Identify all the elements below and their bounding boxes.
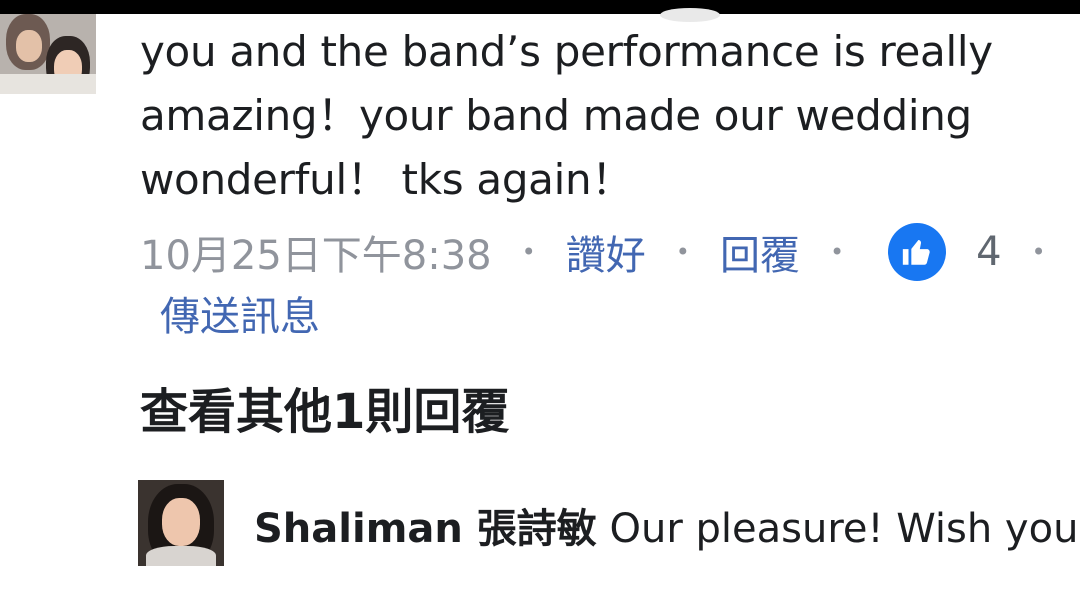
separator-dot: • [521, 238, 536, 266]
reply-content: Shaliman 張詩敏 Our pleasure! Wish you [254, 496, 1078, 554]
reply-item: Shaliman 張詩敏 Our pleasure! Wish you [138, 480, 1080, 570]
reply-author-avatar[interactable] [138, 480, 224, 566]
reply-author-name[interactable]: Shaliman 張詩敏 [254, 506, 597, 552]
send-message-link[interactable]: 傳送訊息 [160, 284, 320, 342]
thumbs-up-icon[interactable] [888, 223, 947, 281]
comment-timestamp[interactable]: 10月25日下午8:38 [140, 223, 492, 281]
status-bar [0, 0, 1080, 22]
separator-dot: • [1031, 238, 1046, 266]
reply-button[interactable]: 回覆 [720, 223, 800, 281]
comment-text: you and the band’s performance is really… [140, 27, 993, 204]
reply-text: Our pleasure! Wish you [609, 506, 1079, 552]
commenter-avatar[interactable] [0, 14, 96, 94]
separator-dot: • [675, 238, 690, 266]
like-button[interactable]: 讚好 [566, 223, 646, 281]
view-more-replies-link[interactable]: 查看其他1則回覆 [140, 372, 509, 442]
like-count[interactable]: 4 [976, 229, 1001, 275]
comment-actions: 10月25日下午8:38 • 讚好 • 回覆 • 4 • [140, 222, 1080, 282]
separator-dot: • [829, 238, 845, 266]
